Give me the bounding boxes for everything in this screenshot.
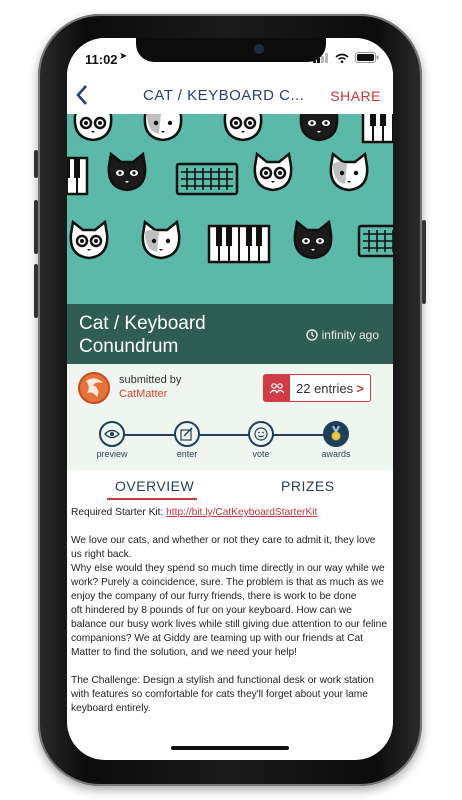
paragraph: We love our cats, and whether or not the… — [71, 535, 376, 560]
step-label: enter — [176, 449, 198, 459]
step-label: preview — [96, 449, 128, 459]
wifi-icon — [335, 53, 349, 63]
clock-icon — [305, 329, 318, 341]
mute-switch — [34, 150, 38, 178]
progress-steps: preview enter vote awards — [67, 414, 393, 470]
tab-bar: OVERVIEW PRIZES — [67, 470, 393, 502]
step-preview[interactable]: preview — [84, 421, 140, 459]
step-enter[interactable]: enter — [159, 421, 215, 459]
overview-content: Required Starter Kit: http://bit.ly/CatK… — [71, 506, 387, 730]
people-icon — [264, 375, 290, 401]
time-ago-text: infinity ago — [321, 328, 379, 342]
camera — [254, 44, 264, 54]
paragraph: Why else would they spend so much time d… — [71, 563, 385, 602]
notch — [136, 38, 326, 62]
step-awards[interactable]: awards — [308, 421, 364, 459]
edit-icon — [174, 421, 200, 447]
tab-prizes[interactable]: PRIZES — [281, 478, 335, 494]
power-button — [422, 220, 426, 304]
paragraph: oft hindered by 8 pounds of fur on your … — [71, 605, 387, 658]
smiley-icon — [248, 421, 274, 447]
eye-icon — [99, 421, 125, 447]
submitted-by-label: submitted by — [119, 374, 182, 386]
medal-icon — [323, 421, 349, 447]
steps-connector — [113, 434, 339, 436]
step-vote[interactable]: vote — [233, 421, 289, 459]
starter-kit-label: Required Starter Kit: — [71, 507, 164, 518]
battery-icon — [355, 52, 379, 63]
tab-overview[interactable]: OVERVIEW — [115, 478, 194, 494]
status-time: 11:02 — [85, 52, 118, 67]
catmatter-logo-avatar[interactable] — [77, 371, 111, 405]
chevron-right-icon: > — [356, 380, 364, 396]
screen: 11:02 ➤ CAT / KEYBOARD C... SHARE Cat / … — [67, 38, 393, 760]
location-icon: ➤ — [119, 51, 128, 62]
challenge-title: Cat / Keyboard Conundrum — [79, 313, 206, 357]
starter-kit-link[interactable]: http://bit.ly/CatKeyboardStarterKit — [166, 507, 317, 518]
challenge-header: Cat / Keyboard Conundrum infinity ago — [67, 304, 393, 364]
chevron-left-icon[interactable] — [75, 84, 89, 111]
submitter-link[interactable]: CatMatter — [119, 388, 167, 400]
starter-kit-line: Required Starter Kit: http://bit.ly/CatK… — [71, 506, 387, 520]
entries-count: 22 entries — [296, 380, 354, 396]
nav-title: CAT / KEYBOARD C... — [143, 87, 305, 104]
entries-button[interactable]: 22 entries > — [263, 374, 371, 402]
submitted-row: submitted by CatMatter 22 entries > — [67, 364, 393, 414]
hero-image — [67, 114, 393, 304]
time-ago: infinity ago — [305, 328, 379, 342]
cats-keyboards-pattern — [67, 114, 393, 264]
volume-up-button — [34, 200, 38, 254]
active-tab-indicator — [107, 498, 197, 500]
step-label: vote — [252, 449, 270, 459]
home-indicator[interactable] — [171, 746, 289, 750]
step-label: awards — [321, 449, 351, 459]
paragraph: The Challenge: Design a stylish and func… — [71, 675, 374, 714]
nav-bar: CAT / KEYBOARD C... SHARE — [67, 78, 393, 115]
volume-down-button — [34, 264, 38, 318]
share-button[interactable]: SHARE — [330, 88, 381, 104]
